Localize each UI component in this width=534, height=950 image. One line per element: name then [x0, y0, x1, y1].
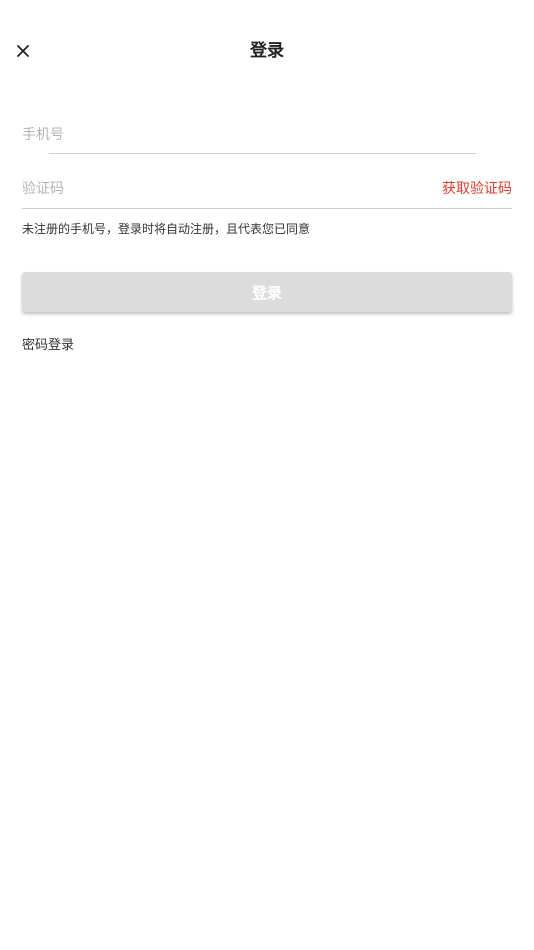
phone-input[interactable]	[22, 122, 322, 148]
phone-field	[22, 116, 512, 156]
login-button[interactable]: 登录	[22, 272, 512, 312]
get-code-button[interactable]: 获取验证码	[442, 179, 512, 199]
phone-divider	[49, 153, 476, 154]
register-notice: 未注册的手机号，登录时将自动注册，且代表您已同意	[22, 222, 311, 236]
header: 登录	[0, 0, 534, 100]
page-title: 登录	[250, 41, 284, 61]
code-input[interactable]	[22, 176, 322, 202]
code-field: 获取验证码	[22, 170, 512, 212]
code-divider	[22, 208, 512, 209]
password-login-link[interactable]: 密码登录	[22, 337, 74, 355]
